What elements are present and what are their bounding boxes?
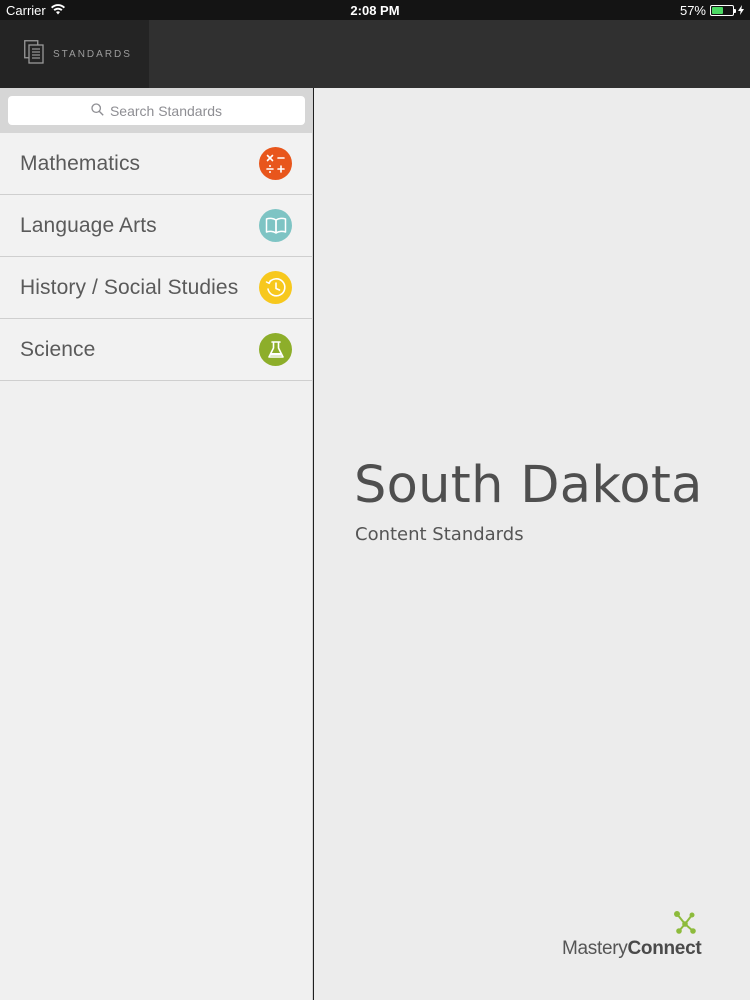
status-bar: Carrier 2:08 PM 57% — [0, 0, 750, 20]
main-panel: South Dakota Content Standards MasteryCo… — [314, 88, 750, 1000]
brand-name-light: Mastery — [562, 938, 628, 959]
subject-label: Language Arts — [20, 213, 157, 237]
brand-name-bold: Connect — [627, 938, 702, 959]
subject-list: Mathematics Language Arts History / Soci… — [0, 133, 312, 381]
search-input[interactable]: Search Standards — [8, 96, 305, 125]
standards-tab-label: STANDARDS — [53, 48, 132, 60]
subject-label: History / Social Studies — [20, 275, 239, 299]
subject-item-mathematics[interactable]: Mathematics — [0, 133, 312, 195]
sidebar: Search Standards Mathematics Language Ar… — [0, 88, 313, 1000]
search-bar: Search Standards — [0, 88, 312, 133]
page-subtitle: Content Standards — [355, 524, 524, 545]
subject-item-history-social-studies[interactable]: History / Social Studies — [0, 257, 312, 319]
page-title: South Dakota — [354, 456, 703, 515]
document-stack-icon — [24, 39, 44, 69]
search-icon — [91, 102, 104, 119]
subject-label: Mathematics — [20, 151, 141, 175]
charging-bolt-icon — [738, 3, 744, 18]
standards-tab[interactable]: STANDARDS — [0, 20, 149, 88]
math-operators-icon — [259, 147, 292, 180]
status-time: 2:08 PM — [350, 3, 400, 18]
battery-icon — [710, 5, 736, 16]
search-placeholder: Search Standards — [109, 102, 223, 119]
flask-icon — [259, 333, 292, 366]
subject-item-language-arts[interactable]: Language Arts — [0, 195, 312, 257]
brand-logo: MasteryConnect — [562, 910, 712, 960]
subject-item-science[interactable]: Science — [0, 319, 312, 381]
battery-percent: 57% — [679, 3, 706, 18]
masteryconnect-mark-icon — [672, 910, 698, 941]
battery-level — [712, 7, 724, 14]
open-book-icon — [259, 209, 292, 242]
top-bar: STANDARDS — [0, 20, 750, 88]
brand-wordmark: MasteryConnect — [562, 938, 702, 960]
subject-label: Science — [20, 337, 96, 361]
status-right: 57% — [680, 3, 744, 18]
history-clock-icon — [259, 271, 292, 304]
